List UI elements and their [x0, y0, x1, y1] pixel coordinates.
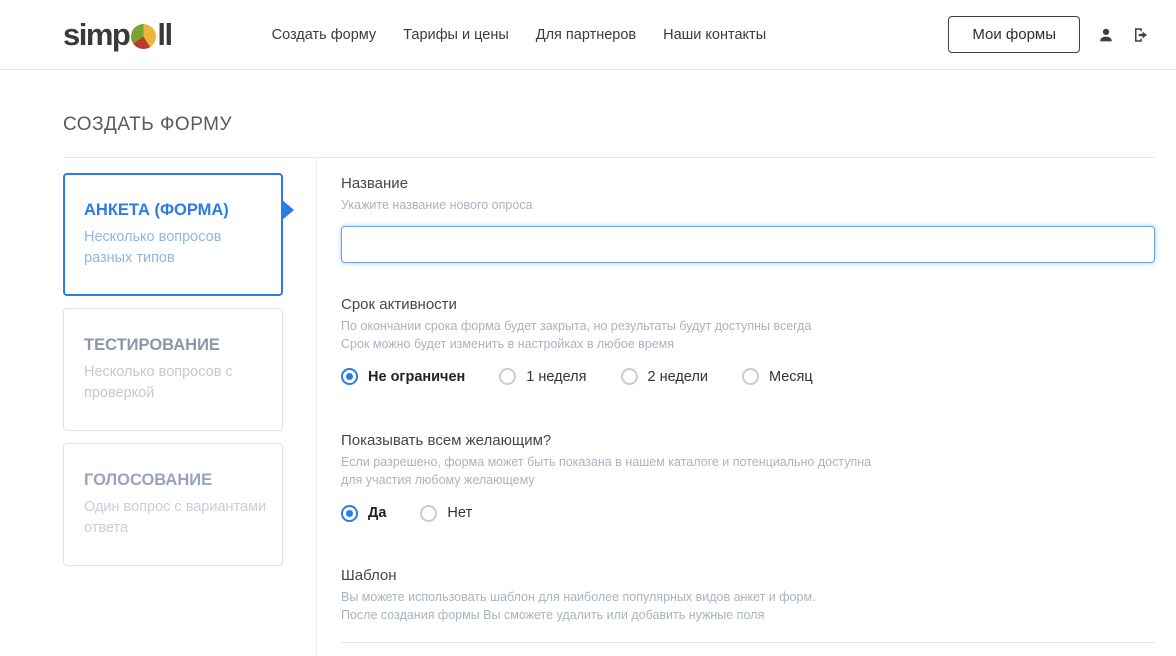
card-title: ГОЛОСОВАНИЕ [84, 471, 268, 490]
logo-pie-icon [131, 24, 156, 49]
header-right: Мои формы [948, 16, 1150, 53]
public-label: Показывать всем желающим? [341, 432, 1155, 449]
survey-type-sidebar: АНКЕТА (ФОРМА) Несколько вопросов разных… [63, 158, 283, 656]
my-forms-button[interactable]: Мои формы [948, 16, 1080, 53]
template-hint-1: Вы можете использовать шаблон для наибол… [341, 589, 1155, 607]
radio-off-icon [742, 368, 759, 385]
radio-1-week[interactable]: 1 неделя [499, 368, 586, 385]
sidebar-item-voting[interactable]: ГОЛОСОВАНИЕ Один вопрос с вариантами отв… [63, 443, 283, 566]
nav-partners[interactable]: Для партнеров [536, 27, 636, 43]
card-subtitle: Несколько вопросов с проверкой [84, 362, 268, 403]
public-hint-1: Если разрешено, форма может быть показан… [341, 454, 1155, 472]
page-container: СОЗДАТЬ ФОРМУ АНКЕТА (ФОРМА) Несколько в… [0, 114, 1176, 656]
user-icon[interactable] [1097, 26, 1115, 44]
page-title: СОЗДАТЬ ФОРМУ [63, 114, 1155, 136]
radio-off-icon [621, 368, 638, 385]
name-hint: Укажите название нового опроса [341, 197, 1155, 215]
public-options: Да Нет [341, 505, 1155, 522]
radio-2-weeks[interactable]: 2 недели [621, 368, 708, 385]
sidebar-item-anketa[interactable]: АНКЕТА (ФОРМА) Несколько вопросов разных… [63, 173, 283, 296]
create-form-panel: Название Укажите название нового опроса … [316, 158, 1155, 656]
duration-label: Срок активности [341, 296, 1155, 313]
duration-hint-2: Срок можно будет изменить в настройках в… [341, 336, 1155, 354]
active-card-arrow-icon [281, 199, 294, 221]
radio-on-icon [341, 505, 358, 522]
duration-options: Не ограничен 1 неделя 2 недели Месяц [341, 368, 1155, 385]
template-label: Шаблон [341, 567, 1155, 584]
card-subtitle: Несколько вопросов разных типов [84, 227, 268, 268]
radio-blank-sheet[interactable]: Чистый лист [341, 643, 1155, 656]
logo-text-pre: simp [63, 19, 129, 50]
nav-pricing[interactable]: Тарифы и цены [403, 27, 509, 43]
radio-on-icon [341, 368, 358, 385]
content-row: АНКЕТА (ФОРМА) Несколько вопросов разных… [63, 158, 1155, 656]
radio-no[interactable]: Нет [420, 505, 472, 522]
sidebar-item-testing[interactable]: ТЕСТИРОВАНИЕ Несколько вопросов с провер… [63, 308, 283, 431]
public-hint-2: для участия любому желающему [341, 472, 1155, 490]
logout-icon[interactable] [1132, 26, 1150, 44]
survey-name-input[interactable] [341, 226, 1155, 263]
card-subtitle: Один вопрос с вариантами ответа [84, 497, 268, 538]
card-title: ТЕСТИРОВАНИЕ [84, 336, 268, 355]
radio-unlimited[interactable]: Не ограничен [341, 368, 465, 385]
radio-yes[interactable]: Да [341, 505, 386, 522]
section-public: Показывать всем желающим? Если разрешено… [341, 432, 1155, 522]
template-hint-2: После создания формы Вы сможете удалить … [341, 607, 1155, 625]
radio-month[interactable]: Месяц [742, 368, 813, 385]
section-name: Название Укажите название нового опроса [341, 175, 1155, 263]
nav-contacts[interactable]: Наши контакты [663, 27, 766, 43]
logo[interactable]: simpll [63, 19, 172, 50]
header: simpll Создать форму Тарифы и цены Для п… [0, 0, 1176, 70]
radio-off-icon [420, 505, 437, 522]
card-title: АНКЕТА (ФОРМА) [84, 201, 268, 220]
section-template: Шаблон Вы можете использовать шаблон для… [341, 567, 1155, 656]
name-label: Название [341, 175, 1155, 192]
radio-off-icon [499, 368, 516, 385]
duration-hint-1: По окончании срока форма будет закрыта, … [341, 318, 1155, 336]
main-nav: Создать форму Тарифы и цены Для партнеро… [272, 27, 767, 43]
nav-create-form[interactable]: Создать форму [272, 27, 377, 43]
section-duration: Срок активности По окончании срока форма… [341, 296, 1155, 386]
logo-text-post: ll [157, 19, 171, 50]
